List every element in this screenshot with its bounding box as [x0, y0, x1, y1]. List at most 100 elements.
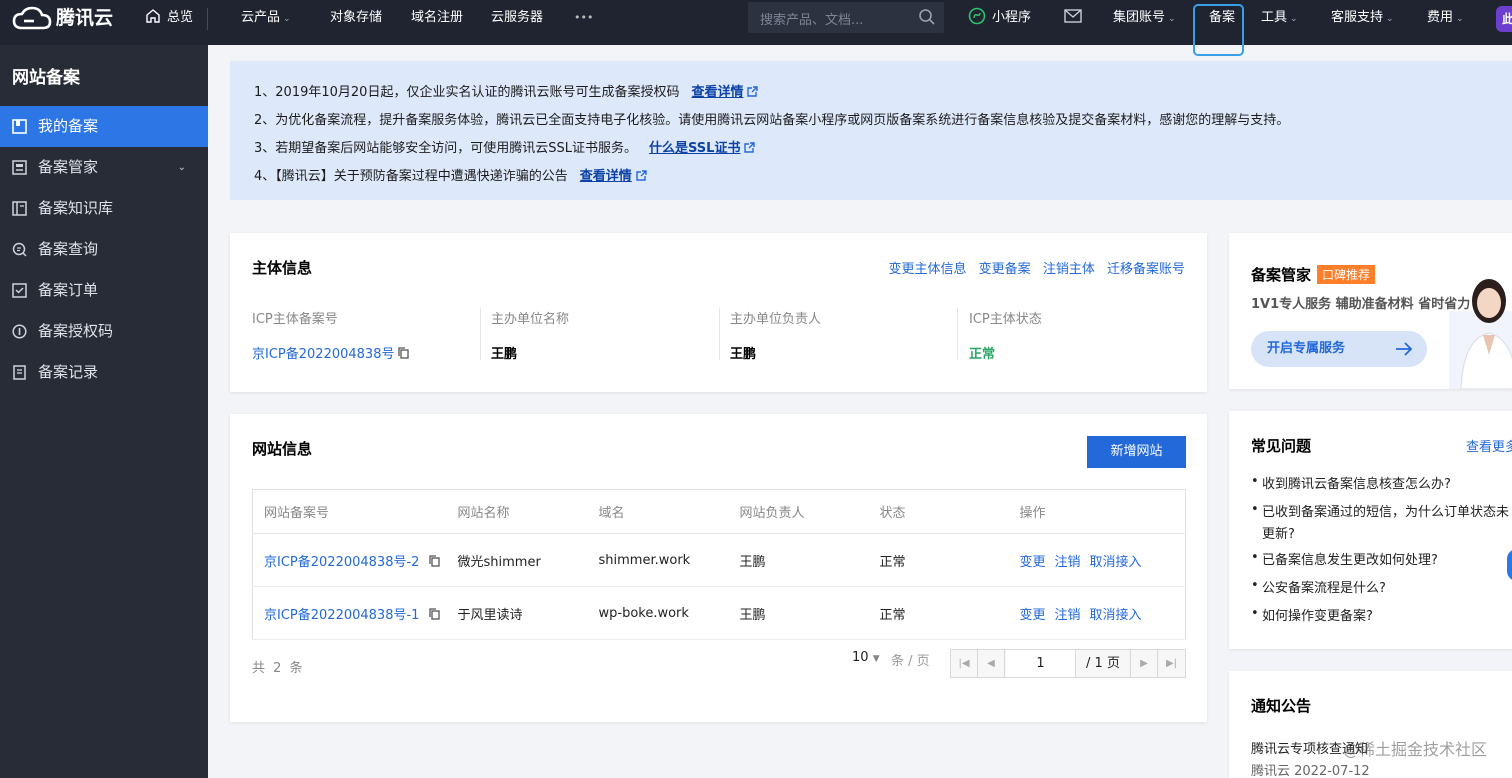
notice-text: 2、为优化备案流程，提升备案服务体验，腾讯云已全面支持电子化核验。请使用腾讯云网…	[254, 113, 1290, 128]
add-site-button[interactable]: 新增网站	[1087, 436, 1186, 468]
column-header: 操作	[1008, 489, 1186, 534]
site-icp-link[interactable]: 京ICP备2022004838号-2	[264, 555, 419, 570]
caret-down-icon: ▼	[872, 654, 880, 664]
fees-menu[interactable]: 费用 ⌄	[1427, 0, 1464, 45]
external-link-icon[interactable]	[744, 142, 756, 153]
watermark: @稀土掘金技术社区	[1343, 740, 1488, 759]
last-page-icon[interactable]: ▶|	[1158, 650, 1185, 677]
nav-cloud-server[interactable]: 云服务器	[491, 0, 543, 45]
more-menu-icon[interactable]: •••	[574, 0, 593, 45]
nav-object-storage[interactable]: 对象存储	[330, 0, 382, 45]
faq-more-link[interactable]: 查看更多	[1466, 436, 1512, 455]
notice-banner: 1、2019年10月20日起，仅企业实名认证的腾讯云账号可生成备案授权码 查看详情…	[230, 61, 1512, 200]
cell-icp: 京ICP备2022004838号-1	[252, 586, 447, 640]
faq-item[interactable]: 已备案信息发生更改如何处理?	[1251, 550, 1438, 572]
faq-item[interactable]: 收到腾讯云备案信息核查怎么办?	[1251, 474, 1451, 496]
total-pages: / 1 页	[1076, 650, 1131, 677]
products-label: 云产品	[241, 10, 281, 25]
notice-text: 3、若期望备案后网站能够安全访问，可使用腾讯云SSL证书服务。	[254, 141, 638, 156]
divider	[719, 308, 720, 360]
page-size-value: 10	[852, 650, 869, 665]
sidebar-item-label: 备案订单	[38, 281, 99, 299]
migrate-account-link[interactable]: 迁移备案账号	[1107, 262, 1185, 277]
auth-code-icon	[12, 324, 27, 339]
home-link[interactable]: 总览	[145, 0, 193, 45]
notice-details-link[interactable]: 查看详情	[580, 169, 632, 184]
change-subject-link[interactable]: 变更主体信息	[889, 262, 967, 277]
first-page-icon[interactable]: |◀	[951, 650, 978, 677]
notice-line: 3、若期望备案后网站能够安全访问，可使用腾讯云SSL证书服务。 什么是SSL证书	[254, 137, 756, 156]
group-account-menu[interactable]: 集团账号 ⌄	[1113, 0, 1176, 45]
nav-domain-register[interactable]: 域名注册	[411, 0, 463, 45]
cancel-subject-link[interactable]: 注销主体	[1043, 262, 1095, 277]
change-beian-link[interactable]: 变更备案	[979, 262, 1031, 277]
cancel-link[interactable]: 注销	[1055, 555, 1081, 570]
sidebar-item-knowledge[interactable]: 备案知识库	[0, 188, 208, 229]
search-icon[interactable]	[918, 8, 936, 26]
ssl-info-link[interactable]: 什么是SSL证书	[649, 141, 740, 156]
message-button[interactable]	[1064, 0, 1082, 45]
top-nav-bar: 腾讯云 总览 云产品 ⌄ 对象存储 域名注册 云服务器 ••• 搜索产品、文档..…	[0, 0, 1512, 56]
table-header-row: 网站备案号 网站名称 域名 网站负责人 状态 操作	[252, 489, 1186, 534]
support-menu[interactable]: 客服支持 ⌄	[1331, 0, 1394, 45]
copy-icon[interactable]	[429, 554, 441, 567]
tencent-cloud-logo-icon[interactable]	[12, 6, 52, 32]
cell-domain: shimmer.work	[587, 533, 729, 587]
change-link[interactable]: 变更	[1020, 608, 1046, 623]
site-info-card: 网站信息 新增网站 网站备案号 网站名称 域名 网站负责人 状态 操作 京ICP…	[230, 414, 1207, 722]
sidebar-item-my-beian[interactable]: 我的备案	[0, 106, 208, 147]
external-link-icon[interactable]	[747, 86, 759, 97]
miniprogram-label: 小程序	[992, 10, 1032, 25]
sidebar-item-auth-code[interactable]: 备案授权码	[0, 311, 208, 352]
sidebar-item-order[interactable]: 备案订单	[0, 270, 208, 311]
copy-icon[interactable]	[398, 347, 410, 359]
chevron-down-icon: ⌄	[1168, 14, 1176, 24]
column-header: 网站名称	[446, 489, 588, 534]
column-header: 状态	[868, 489, 1009, 534]
brand-name[interactable]: 腾讯云	[56, 6, 113, 30]
chevron-down-icon: ⌄	[1456, 14, 1464, 24]
remove-access-link[interactable]: 取消接入	[1090, 608, 1142, 623]
support-label: 客服支持	[1331, 10, 1384, 25]
miniprogram-link[interactable]: 小程序	[968, 0, 1031, 45]
tools-menu[interactable]: 工具 ⌄	[1261, 0, 1298, 45]
button-label: 开启专属服务	[1267, 341, 1346, 356]
site-icp-link[interactable]: 京ICP备2022004838号-1	[264, 608, 419, 623]
highlight-box	[1193, 4, 1244, 56]
icp-subject-field: ICP主体备案号 京ICP备2022004838号	[252, 308, 410, 363]
faq-text: 已备案信息发生更改如何处理?	[1262, 553, 1438, 568]
butler-title-row: 备案管家 口碑推荐	[1251, 264, 1376, 285]
faq-item[interactable]: 公安备案流程是什么?	[1251, 578, 1386, 600]
floating-help-button[interactable]	[1507, 549, 1512, 581]
avatar[interactable]: 此	[1496, 6, 1512, 32]
order-icon	[12, 283, 27, 298]
sidebar-item-query[interactable]: 备案查询	[0, 229, 208, 270]
remove-access-link[interactable]: 取消接入	[1090, 555, 1142, 570]
notice-details-link[interactable]: 查看详情	[691, 85, 743, 100]
page-size-unit: 条 / 页	[891, 654, 930, 669]
prev-page-icon[interactable]: ◀	[978, 650, 1005, 677]
divider	[957, 308, 958, 360]
my-beian-icon	[12, 119, 27, 134]
copy-icon[interactable]	[429, 607, 441, 620]
butler-icon	[12, 160, 27, 175]
start-service-button[interactable]: 开启专属服务	[1251, 331, 1427, 367]
knowledge-icon	[12, 201, 27, 216]
sidebar-item-butler[interactable]: 备案管家 ⌄	[0, 147, 208, 188]
cancel-link[interactable]: 注销	[1055, 608, 1081, 623]
home-icon	[146, 9, 160, 23]
subject-actions: 变更主体信息 变更备案 注销主体 迁移备案账号	[881, 258, 1185, 277]
change-link[interactable]: 变更	[1020, 555, 1046, 570]
external-link-icon[interactable]	[636, 170, 647, 181]
page-number-input[interactable]: 1	[1006, 650, 1076, 677]
card-title: 常见问题	[1251, 437, 1312, 455]
page-size-select[interactable]: 10 ▼	[852, 650, 880, 665]
faq-item[interactable]: 如何操作变更备案?	[1251, 606, 1373, 628]
field-label: 主办单位名称	[491, 312, 570, 327]
icp-number-link[interactable]: 京ICP备2022004838号	[252, 347, 394, 362]
products-menu[interactable]: 云产品 ⌄	[241, 0, 291, 45]
faq-item[interactable]: 已收到备案通过的短信，为什么订单状态未更新?	[1251, 502, 1512, 546]
next-page-icon[interactable]: ▶	[1131, 650, 1158, 677]
search-box[interactable]: 搜索产品、文档...	[748, 2, 944, 33]
sidebar-item-record[interactable]: 备案记录	[0, 352, 208, 393]
